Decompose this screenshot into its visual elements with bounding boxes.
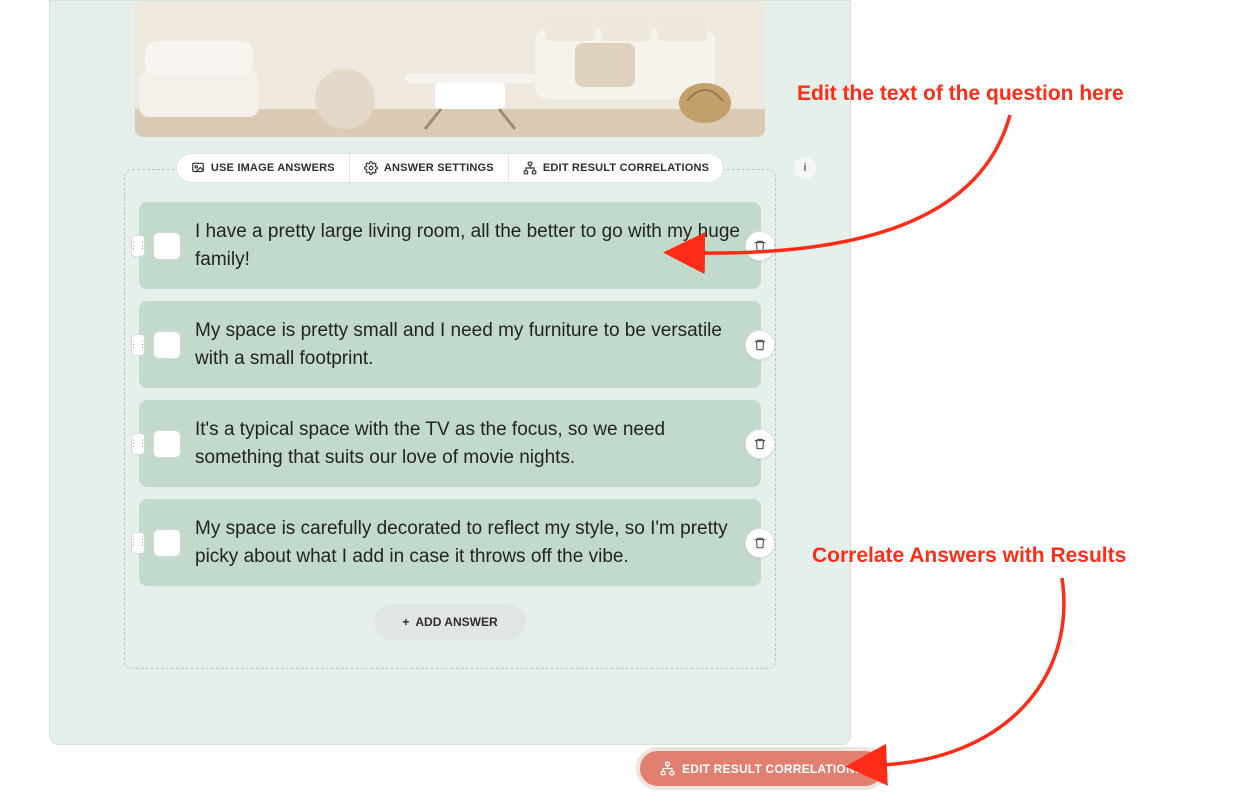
image-icon	[191, 161, 205, 175]
answer-text: It's a typical space with the TV as the …	[195, 416, 741, 471]
trash-icon	[753, 536, 767, 550]
answer-card[interactable]: It's a typical space with the TV as the …	[139, 400, 761, 487]
answer-card[interactable]: My space is carefully decorated to refle…	[139, 499, 761, 586]
answer-checkbox[interactable]	[153, 529, 181, 557]
add-answer-label: ADD ANSWER	[415, 615, 497, 629]
answer-card[interactable]: I have a pretty large living room, all t…	[139, 202, 761, 289]
answer-row: ⋮⋮ My space is pretty small and I need m…	[139, 301, 761, 388]
use-image-answers-label: USE IMAGE ANSWERS	[211, 162, 335, 174]
sitemap-icon	[660, 761, 675, 776]
answer-text: My space is carefully decorated to refle…	[195, 515, 741, 570]
answer-checkbox[interactable]	[153, 430, 181, 458]
drag-handle-icon[interactable]: ⋮⋮	[131, 433, 145, 455]
answer-checkbox[interactable]	[153, 331, 181, 359]
use-image-answers-button[interactable]: USE IMAGE ANSWERS	[176, 153, 350, 183]
callout-arrow-icon	[680, 105, 1030, 275]
answer-checkbox[interactable]	[153, 232, 181, 260]
plus-icon: +	[402, 615, 409, 629]
trash-icon	[753, 338, 767, 352]
trash-icon	[753, 437, 767, 451]
edit-result-correlations-bottom-button[interactable]: EDIT RESULT CORRELATIONS	[636, 747, 887, 790]
answer-settings-label: ANSWER SETTINGS	[384, 162, 494, 174]
add-answer-button[interactable]: + ADD ANSWER	[374, 604, 525, 640]
answer-row: ⋮⋮ I have a pretty large living room, al…	[139, 202, 761, 289]
question-image[interactable]	[135, 1, 765, 137]
callout-edit-question: Edit the text of the question here	[797, 82, 1124, 106]
answer-row: ⋮⋮ My space is carefully decorated to re…	[139, 499, 761, 586]
delete-answer-button[interactable]	[745, 429, 775, 459]
drag-handle-icon[interactable]: ⋮⋮	[131, 532, 145, 554]
answer-card[interactable]: My space is pretty small and I need my f…	[139, 301, 761, 388]
answer-text: I have a pretty large living room, all t…	[195, 218, 741, 273]
answers-panel: ⋮⋮ I have a pretty large living room, al…	[124, 169, 776, 669]
drag-handle-icon[interactable]: ⋮⋮	[131, 334, 145, 356]
drag-handle-icon[interactable]: ⋮⋮	[131, 235, 145, 257]
edit-result-correlations-bottom-label: EDIT RESULT CORRELATIONS	[682, 762, 863, 776]
gear-icon	[364, 161, 378, 175]
answer-settings-button[interactable]: ANSWER SETTINGS	[350, 153, 509, 183]
callout-correlate: Correlate Answers with Results	[812, 544, 1126, 568]
callout-arrow-icon	[862, 570, 1122, 780]
answer-row: ⋮⋮ It's a typical space with the TV as t…	[139, 400, 761, 487]
sitemap-icon	[523, 161, 537, 175]
delete-answer-button[interactable]	[745, 528, 775, 558]
toolbar-button-group: USE IMAGE ANSWERS ANSWER SETTINGS EDIT R…	[176, 153, 724, 183]
answer-text: My space is pretty small and I need my f…	[195, 317, 741, 372]
delete-answer-button[interactable]	[745, 330, 775, 360]
